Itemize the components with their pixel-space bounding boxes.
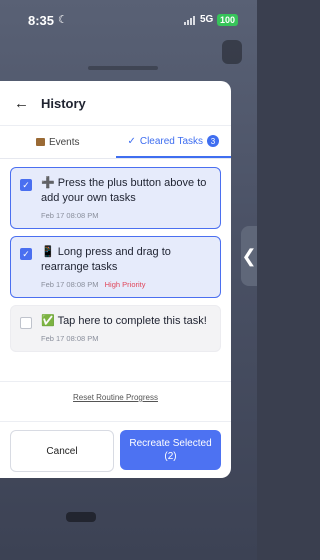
tab-count-badge: 3 bbox=[207, 135, 220, 147]
task-meta: Feb 17 08:08 PM bbox=[41, 211, 210, 220]
reset-routine-link[interactable]: Reset Routine Progress bbox=[0, 393, 231, 402]
recreate-selected-button[interactable]: Recreate Selected (2) bbox=[120, 430, 221, 470]
signal-icon bbox=[184, 16, 195, 25]
page-title: History bbox=[41, 95, 86, 111]
tab-events[interactable]: Events bbox=[0, 126, 116, 158]
tab-bar: Events ✓ Cleared Tasks 3 bbox=[0, 126, 231, 159]
checkbox-checked[interactable]: ✓ bbox=[20, 179, 32, 191]
priority-label: High Priority bbox=[104, 280, 146, 289]
checkbox-checked[interactable]: ✓ bbox=[20, 248, 32, 260]
tab-label: Cleared Tasks bbox=[139, 135, 204, 147]
task-label: Press the plus button above to add your … bbox=[41, 177, 207, 204]
background-tile bbox=[222, 40, 242, 64]
task-card[interactable]: ✓ ➕ Press the plus button above to add y… bbox=[10, 167, 221, 229]
task-date: Feb 17 08:08 PM bbox=[41, 280, 99, 289]
cancel-button[interactable]: Cancel bbox=[10, 430, 114, 472]
check-icon: ✓ bbox=[127, 135, 136, 147]
task-text: 📱 Long press and drag to rearrange tasks bbox=[41, 245, 210, 275]
task-date: Feb 17 08:08 PM bbox=[41, 334, 99, 343]
task-card[interactable]: ✅ Tap here to complete this task! Feb 17… bbox=[10, 305, 221, 352]
task-date: Feb 17 08:08 PM bbox=[41, 211, 99, 220]
task-meta: Feb 17 08:08 PM High Priority bbox=[41, 280, 210, 289]
side-panel-handle[interactable]: ❮ bbox=[241, 226, 257, 286]
checkbox-unchecked[interactable] bbox=[20, 317, 32, 329]
calendar-icon bbox=[35, 138, 45, 146]
modal-header: ← History bbox=[0, 81, 231, 126]
divider bbox=[0, 381, 231, 382]
status-time: 8:35 bbox=[28, 13, 55, 28]
task-text: ➕ Press the plus button above to add you… bbox=[41, 176, 210, 206]
recreate-label: Recreate Selected bbox=[129, 438, 212, 449]
chevron-left-icon: ❮ bbox=[241, 245, 257, 266]
recreate-count: (2) bbox=[164, 451, 177, 462]
check-emoji-icon: ✅ bbox=[41, 315, 55, 327]
phone-emoji-icon: 📱 bbox=[41, 246, 55, 258]
status-bar: 8:35 ☾ 5G 100 bbox=[0, 0, 257, 40]
task-list: ✓ ➕ Press the plus button above to add y… bbox=[10, 167, 221, 359]
task-text: ✅ Tap here to complete this task! bbox=[41, 314, 210, 329]
task-label: Long press and drag to rearrange tasks bbox=[41, 246, 171, 273]
task-meta: Feb 17 08:08 PM bbox=[41, 334, 210, 343]
plus-emoji-icon: ➕ bbox=[41, 177, 55, 189]
moon-icon: ☾ bbox=[58, 14, 68, 26]
back-arrow-icon[interactable]: ← bbox=[14, 96, 29, 111]
task-card[interactable]: ✓ 📱 Long press and drag to rearrange tas… bbox=[10, 236, 221, 298]
tab-cleared-tasks[interactable]: ✓ Cleared Tasks 3 bbox=[115, 126, 231, 158]
background-bar bbox=[88, 66, 158, 70]
network-label: 5G bbox=[200, 14, 214, 25]
task-label: Tap here to complete this task! bbox=[57, 315, 207, 327]
background-pill bbox=[66, 512, 96, 522]
battery-badge: 100 bbox=[217, 14, 239, 26]
history-modal: ← History Events ✓ Cleared Tasks 3 ✓ ➕ P… bbox=[0, 81, 231, 478]
tab-label: Events bbox=[48, 136, 80, 148]
divider bbox=[0, 421, 231, 422]
